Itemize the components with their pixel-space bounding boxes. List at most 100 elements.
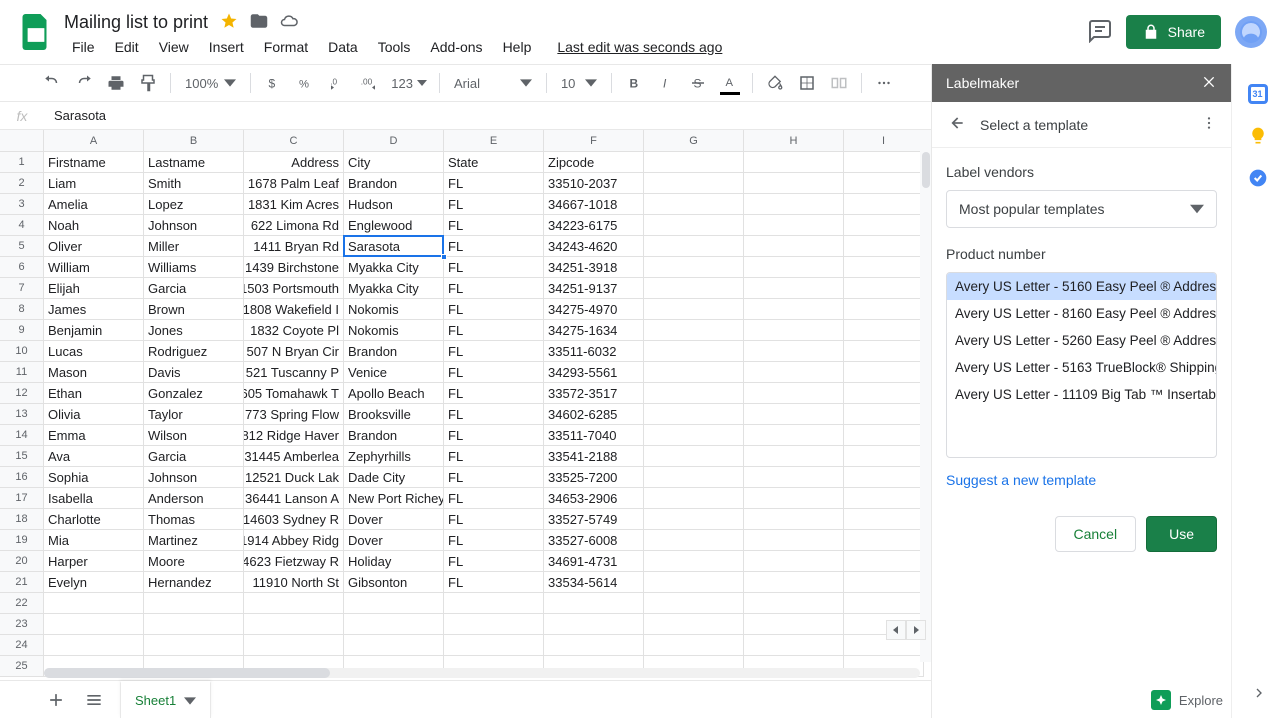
number-format-select[interactable]: 123	[387, 76, 431, 91]
merge-cells-icon[interactable]	[825, 69, 853, 97]
cell[interactable]: Gonzalez	[144, 383, 244, 404]
cloud-status-icon[interactable]	[280, 12, 298, 33]
cell[interactable]	[644, 278, 744, 299]
cell[interactable]: Lucas	[44, 341, 144, 362]
cell[interactable]: Holiday	[344, 551, 444, 572]
cell[interactable]: FL	[444, 488, 544, 509]
cell[interactable]: 34275-1634	[544, 320, 644, 341]
row-header[interactable]: 11	[0, 362, 44, 383]
cell[interactable]: Address	[244, 152, 344, 173]
cell[interactable]: Johnson	[144, 467, 244, 488]
cell[interactable]: Charlotte	[44, 509, 144, 530]
cell[interactable]	[744, 404, 844, 425]
cell[interactable]: 33534-5614	[544, 572, 644, 593]
menu-file[interactable]: File	[64, 35, 103, 59]
vertical-scrollbar[interactable]	[920, 130, 932, 662]
cell[interactable]: Englewood	[344, 215, 444, 236]
menu-insert[interactable]: Insert	[201, 35, 252, 59]
cell[interactable]	[844, 383, 924, 404]
explore-button[interactable]: Explore	[1151, 690, 1223, 710]
row-header[interactable]: 2	[0, 173, 44, 194]
cell[interactable]	[744, 572, 844, 593]
cell[interactable]	[744, 614, 844, 635]
cell[interactable]	[644, 446, 744, 467]
row-header[interactable]: 21	[0, 572, 44, 593]
cell[interactable]: 34602-6285	[544, 404, 644, 425]
cell[interactable]: Nokomis	[344, 299, 444, 320]
product-option[interactable]: Avery US Letter - 8160 Easy Peel ® Addre…	[947, 300, 1216, 327]
row-header[interactable]: 7	[0, 278, 44, 299]
cell[interactable]: FL	[444, 173, 544, 194]
font-size-select[interactable]: 10	[555, 76, 603, 91]
cell[interactable]	[744, 467, 844, 488]
cell[interactable]	[44, 593, 144, 614]
cell[interactable]	[444, 635, 544, 656]
cell[interactable]: 34667-1018	[544, 194, 644, 215]
cell[interactable]: Liam	[44, 173, 144, 194]
row-header[interactable]: 17	[0, 488, 44, 509]
cell[interactable]	[644, 593, 744, 614]
cell[interactable]: 1678 Palm Leaf	[244, 173, 344, 194]
cell[interactable]: Brandon	[344, 341, 444, 362]
cell[interactable]: 521 Tuscanny P	[244, 362, 344, 383]
cell[interactable]	[844, 446, 924, 467]
cell[interactable]: Evelyn	[44, 572, 144, 593]
cell[interactable]	[844, 194, 924, 215]
cell[interactable]: FL	[444, 236, 544, 257]
row-header[interactable]: 12	[0, 383, 44, 404]
cell[interactable]	[744, 551, 844, 572]
cell[interactable]	[844, 257, 924, 278]
cell[interactable]: Apollo Beach	[344, 383, 444, 404]
cell[interactable]	[244, 614, 344, 635]
cell[interactable]: Smith	[144, 173, 244, 194]
cell[interactable]: FL	[444, 446, 544, 467]
cell[interactable]	[644, 215, 744, 236]
cell[interactable]: FL	[444, 509, 544, 530]
cell[interactable]: FL	[444, 362, 544, 383]
cell[interactable]: Hudson	[344, 194, 444, 215]
row-header[interactable]: 22	[0, 593, 44, 614]
cell[interactable]	[644, 404, 744, 425]
row-header[interactable]: 6	[0, 257, 44, 278]
use-button[interactable]: Use	[1146, 516, 1217, 552]
cell[interactable]	[844, 572, 924, 593]
cell[interactable]: FL	[444, 257, 544, 278]
cell[interactable]	[744, 257, 844, 278]
cell[interactable]: FL	[444, 530, 544, 551]
cell[interactable]: 812 Ridge Haver	[244, 425, 344, 446]
row-header[interactable]: 4	[0, 215, 44, 236]
cell[interactable]	[744, 236, 844, 257]
horizontal-scrollbar[interactable]	[44, 666, 920, 680]
spreadsheet-grid[interactable]: ABCDEFGHI1FirstnameLastnameAddressCitySt…	[0, 130, 932, 680]
cell[interactable]	[344, 635, 444, 656]
product-option[interactable]: Avery US Letter - 5163 TrueBlock® Shippi…	[947, 354, 1216, 381]
print-icon[interactable]	[102, 69, 130, 97]
menu-format[interactable]: Format	[256, 35, 316, 59]
redo-icon[interactable]	[70, 69, 98, 97]
cell[interactable]: Isabella	[44, 488, 144, 509]
cell[interactable]	[744, 383, 844, 404]
cell[interactable]	[44, 614, 144, 635]
cell[interactable]: Anderson	[144, 488, 244, 509]
cell[interactable]: FL	[444, 551, 544, 572]
menu-tools[interactable]: Tools	[370, 35, 419, 59]
cell[interactable]: 34251-9137	[544, 278, 644, 299]
column-header[interactable]: A	[44, 130, 144, 152]
cell[interactable]	[744, 488, 844, 509]
cell[interactable]: 36441 Lanson A	[244, 488, 344, 509]
cell[interactable]: Amelia	[44, 194, 144, 215]
cell[interactable]	[844, 530, 924, 551]
cell[interactable]: Williams	[144, 257, 244, 278]
cell[interactable]	[744, 593, 844, 614]
cell[interactable]	[844, 236, 924, 257]
cell[interactable]: 33572-3517	[544, 383, 644, 404]
add-sheet-icon[interactable]	[44, 688, 68, 712]
cell[interactable]: FL	[444, 404, 544, 425]
cell[interactable]: Sarasota	[344, 236, 444, 257]
cell[interactable]	[744, 446, 844, 467]
cell[interactable]: New Port Richey	[344, 488, 444, 509]
cell[interactable]: FL	[444, 383, 544, 404]
cell[interactable]: State	[444, 152, 544, 173]
cell[interactable]: Zipcode	[544, 152, 644, 173]
hide-side-panel-icon[interactable]	[1251, 685, 1267, 704]
